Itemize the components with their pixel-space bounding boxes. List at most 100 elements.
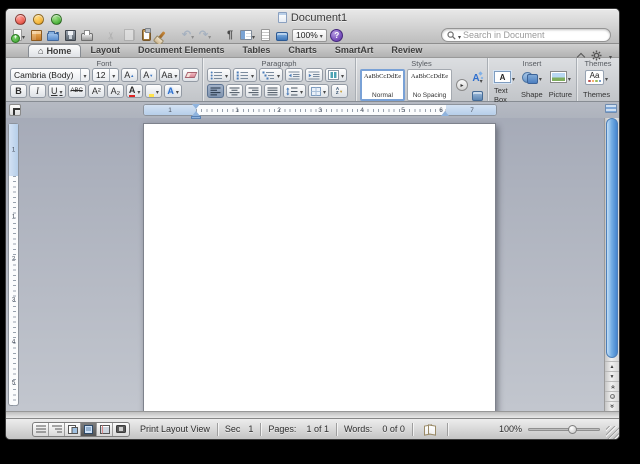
font-color-button[interactable]: A xyxy=(126,84,144,98)
right-indent-marker[interactable] xyxy=(441,111,449,116)
tab-charts[interactable]: Charts xyxy=(279,44,326,57)
print-button[interactable] xyxy=(80,28,94,43)
help-button[interactable]: ? xyxy=(330,28,344,43)
decrease-indent-button[interactable] xyxy=(285,68,303,82)
horizontal-ruler[interactable]: 1 1 2 3 4 5 6 7 xyxy=(143,104,497,116)
new-document-button[interactable] xyxy=(12,28,26,43)
format-painter-button[interactable] xyxy=(156,28,170,43)
toolbox-button[interactable] xyxy=(275,28,289,43)
sidebar-dropdown[interactable] xyxy=(252,26,255,44)
cut-button[interactable] xyxy=(105,28,119,43)
scrollbar-thumb[interactable] xyxy=(606,118,618,358)
align-right-button[interactable] xyxy=(245,84,262,98)
print-preview-button[interactable] xyxy=(258,28,272,43)
tab-smartart[interactable]: SmartArt xyxy=(326,44,383,57)
insert-text-box-button[interactable]: A Text Box xyxy=(494,68,515,99)
style-normal[interactable]: AaBbCcDdEe Normal xyxy=(360,69,405,101)
undo-dropdown[interactable] xyxy=(191,26,194,44)
tab-tables[interactable]: Tables xyxy=(234,44,280,57)
zoom-slider-thumb[interactable] xyxy=(568,425,577,434)
font-family-select[interactable]: Cambria (Body) xyxy=(10,68,90,82)
open-button[interactable] xyxy=(46,28,60,43)
first-line-indent-marker[interactable] xyxy=(192,104,200,109)
line-spacing-button[interactable] xyxy=(283,84,306,98)
spelling-status-icon[interactable] xyxy=(424,425,436,434)
change-case-button[interactable]: Aa xyxy=(159,68,180,82)
outline-view-button[interactable] xyxy=(49,423,65,436)
copy-button[interactable] xyxy=(122,28,136,43)
multilevel-list-button[interactable] xyxy=(259,68,283,82)
columns-button[interactable] xyxy=(325,68,347,82)
new-document-icon xyxy=(13,29,22,41)
notebook-layout-view-button[interactable] xyxy=(97,423,113,436)
paste-button[interactable] xyxy=(139,28,153,43)
superscript-button[interactable]: A² xyxy=(88,84,105,98)
left-indent-marker[interactable] xyxy=(191,116,201,119)
font-size-select[interactable]: 12 xyxy=(92,68,119,82)
tab-layout[interactable]: Layout xyxy=(81,44,129,57)
subscript-button[interactable]: A₂ xyxy=(107,84,124,98)
document-page[interactable] xyxy=(143,123,496,411)
bold-button[interactable]: B xyxy=(10,84,27,98)
text-effects-button[interactable]: A xyxy=(164,84,182,98)
clear-formatting-button[interactable] xyxy=(182,68,199,82)
next-page-button[interactable] xyxy=(605,401,619,411)
previous-page-button[interactable] xyxy=(605,381,619,391)
horizontal-scrollbar[interactable] xyxy=(6,411,619,418)
tab-document-elements[interactable]: Document Elements xyxy=(129,44,234,57)
print-layout-view-button[interactable] xyxy=(81,423,97,436)
search-input[interactable] xyxy=(463,30,605,40)
publishing-layout-view-button[interactable] xyxy=(65,423,81,436)
gallery-button[interactable] xyxy=(29,28,43,43)
select-browse-object-button[interactable] xyxy=(605,391,619,401)
redo-dropdown[interactable] xyxy=(208,26,211,44)
numbering-button[interactable] xyxy=(233,68,257,82)
search-scope-dropdown[interactable] xyxy=(458,26,461,44)
ruler-number: 5 xyxy=(9,380,18,387)
bullets-button[interactable] xyxy=(207,68,231,82)
split-window-handle[interactable] xyxy=(605,104,617,113)
shrink-font-button[interactable]: A xyxy=(140,68,157,82)
resize-grip[interactable] xyxy=(606,426,619,439)
sidebar-toggle-button[interactable] xyxy=(240,28,255,43)
increase-indent-button[interactable] xyxy=(305,68,323,82)
grow-font-button[interactable]: A xyxy=(121,68,138,82)
insert-picture-button[interactable]: Picture xyxy=(549,68,572,99)
manage-styles-icon[interactable] xyxy=(472,91,483,101)
themes-button[interactable]: Aa Themes xyxy=(583,68,610,99)
tab-review[interactable]: Review xyxy=(382,44,431,57)
vertical-scrollbar[interactable] xyxy=(604,118,619,411)
sort-button[interactable]: AZ xyxy=(331,84,348,98)
highlight-button[interactable] xyxy=(145,84,162,98)
focus-view-button[interactable] xyxy=(113,423,129,436)
style-no-spacing[interactable]: AaBbCcDdEe No Spacing xyxy=(407,69,452,101)
search-field[interactable] xyxy=(441,28,611,42)
align-center-button[interactable] xyxy=(226,84,243,98)
new-document-dropdown[interactable] xyxy=(22,26,25,44)
scroll-up-button[interactable] xyxy=(605,361,619,371)
show-paragraph-marks-button[interactable] xyxy=(223,28,237,43)
borders-button[interactable] xyxy=(308,84,329,98)
zoom-dropdown-arrow[interactable] xyxy=(320,30,323,40)
save-button[interactable] xyxy=(63,28,77,43)
justify-button[interactable] xyxy=(264,84,281,98)
redo-button[interactable] xyxy=(198,28,212,43)
tab-stop-selector[interactable] xyxy=(9,104,21,116)
strikethrough-button[interactable]: ABC xyxy=(68,84,86,98)
tab-home[interactable]: Home xyxy=(28,44,81,57)
view-switcher xyxy=(32,422,130,437)
scroll-down-button[interactable] xyxy=(605,371,619,381)
italic-button[interactable]: I xyxy=(29,84,46,98)
insert-shape-button[interactable]: Shape xyxy=(521,68,543,99)
vertical-ruler[interactable]: 1 1 2 3 4 5 xyxy=(8,123,19,406)
ribbon-tab-bar: Home Layout Document Elements Tables Cha… xyxy=(6,44,619,58)
underline-button[interactable]: U xyxy=(48,84,66,98)
zoom-slider[interactable] xyxy=(528,428,600,431)
styles-pane-button[interactable]: A xyxy=(472,70,482,88)
styles-gallery-expand-button[interactable] xyxy=(456,79,468,91)
zoom-dropdown[interactable]: 100% xyxy=(292,29,327,42)
draft-view-button[interactable] xyxy=(33,423,49,436)
align-left-button[interactable] xyxy=(207,84,224,98)
undo-button[interactable] xyxy=(181,28,195,43)
arrow-up-icon xyxy=(610,364,615,370)
